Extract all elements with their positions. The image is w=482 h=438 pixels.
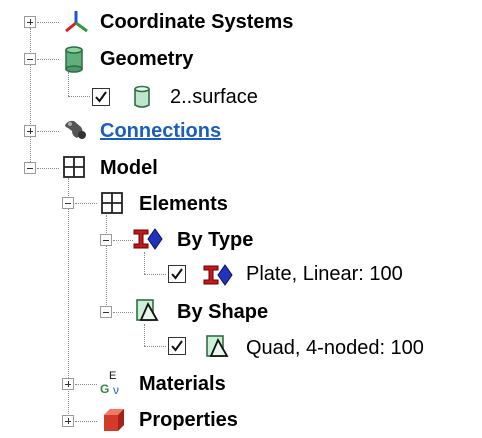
tree-connector <box>68 96 90 97</box>
tree-connector <box>75 203 97 204</box>
expand-materials[interactable] <box>62 378 74 390</box>
tree-item-model[interactable]: Model <box>100 156 158 180</box>
tree-guide-line <box>30 28 31 168</box>
tree-guide-line <box>106 215 107 315</box>
element-type-icon <box>203 262 233 288</box>
properties-icon <box>100 405 126 431</box>
tree-item-by-type[interactable]: By Type <box>177 228 253 252</box>
tree-connector <box>37 131 59 132</box>
tree-connector <box>113 312 133 313</box>
model-tree: Coordinate Systems Geometry 2..surface C… <box>0 0 482 433</box>
tree-guide-line <box>144 324 145 346</box>
tree-item-properties[interactable]: Properties <box>139 408 238 432</box>
tree-item-plate-linear[interactable]: Plate, Linear: 100 <box>246 262 403 286</box>
tree-guide-line <box>68 72 69 96</box>
tree-connector <box>37 22 59 23</box>
axes-icon <box>62 8 88 34</box>
tree-connector <box>144 346 166 347</box>
tree-item-elements[interactable]: Elements <box>139 192 228 216</box>
tree-connector <box>75 421 97 422</box>
tree-item-materials[interactable]: Materials <box>139 372 226 396</box>
svg-text:E: E <box>109 370 116 382</box>
tree-item-coordinate-systems[interactable]: Coordinate Systems <box>100 10 293 34</box>
expand-connections[interactable] <box>24 125 36 137</box>
connection-icon <box>62 117 88 143</box>
tree-connector <box>37 168 59 169</box>
tree-connector <box>75 384 97 385</box>
tree-item-geometry[interactable]: Geometry <box>100 47 193 71</box>
collapse-model[interactable] <box>24 162 36 174</box>
cylinder-icon <box>62 45 88 73</box>
quad-4-noded-checkbox[interactable] <box>168 337 186 355</box>
surface-checkbox[interactable] <box>92 88 110 106</box>
tree-item-quad-4-noded[interactable]: Quad, 4-noded: 100 <box>246 336 424 360</box>
tree-guide-line <box>144 252 145 274</box>
tree-connector <box>37 59 59 60</box>
plate-linear-checkbox[interactable] <box>168 265 186 283</box>
expand-coordinate-systems[interactable] <box>24 16 36 28</box>
surface-icon <box>131 84 157 110</box>
grid-icon <box>62 155 88 181</box>
tree-item-connections[interactable]: Connections <box>100 119 221 143</box>
tree-connector <box>113 240 133 241</box>
collapse-elements[interactable] <box>62 197 74 209</box>
collapse-geometry[interactable] <box>24 53 36 65</box>
svg-text:ν: ν <box>113 383 119 397</box>
grid-icon <box>100 191 126 217</box>
expand-properties[interactable] <box>62 415 74 427</box>
shape-icon <box>205 334 231 360</box>
element-type-icon <box>133 226 163 252</box>
svg-text:G: G <box>100 382 109 396</box>
collapse-by-type[interactable] <box>100 234 112 246</box>
tree-connector <box>144 274 166 275</box>
tree-item-surface[interactable]: 2..surface <box>170 85 258 109</box>
shape-icon <box>135 298 161 324</box>
collapse-by-shape[interactable] <box>100 306 112 318</box>
materials-icon: E G ν <box>98 368 124 397</box>
tree-item-by-shape[interactable]: By Shape <box>177 300 268 324</box>
